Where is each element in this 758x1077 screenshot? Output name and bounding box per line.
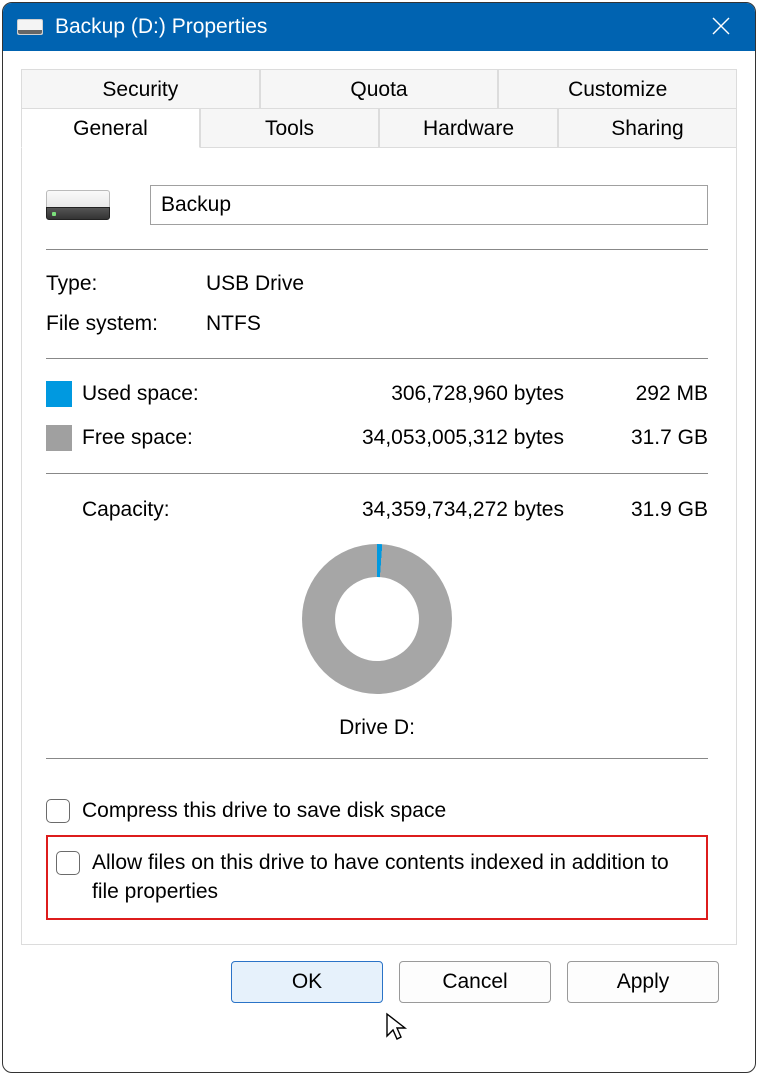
- filesystem-value: NTFS: [206, 312, 708, 336]
- highlight-index-option: Allow files on this drive to have conten…: [46, 835, 708, 920]
- drive-large-icon: [46, 190, 110, 220]
- capacity-bytes: 34,359,734,272 bytes: [252, 498, 588, 522]
- properties-dialog: Backup (D:) Properties Security Quota Cu…: [2, 2, 756, 1073]
- tab-general[interactable]: General: [21, 108, 200, 148]
- compress-label: Compress this drive to save disk space: [82, 797, 446, 825]
- index-label: Allow files on this drive to have conten…: [92, 849, 698, 906]
- tabstrip: Security Quota Customize General Tools H…: [21, 69, 737, 945]
- index-option[interactable]: Allow files on this drive to have conten…: [56, 845, 698, 910]
- usage-pie-chart: [302, 544, 452, 694]
- tab-quota[interactable]: Quota: [260, 69, 499, 109]
- close-button[interactable]: [701, 10, 741, 44]
- tab-tools[interactable]: Tools: [200, 108, 379, 148]
- dialog-footer: OK Cancel Apply: [21, 945, 737, 1019]
- tab-customize[interactable]: Customize: [498, 69, 737, 109]
- tab-row-top: Security Quota Customize: [21, 69, 737, 108]
- free-space-label: Free space:: [82, 426, 252, 450]
- checkbox-icon: [46, 799, 70, 823]
- free-space-hr: 31.7 GB: [588, 426, 708, 450]
- cancel-button[interactable]: Cancel: [399, 961, 551, 1003]
- used-space-label: Used space:: [82, 382, 252, 406]
- used-swatch-icon: [46, 381, 72, 407]
- titlebar-left: Backup (D:) Properties: [17, 15, 267, 39]
- usage-chart-label: Drive D:: [46, 700, 708, 758]
- type-fs-section: Type: USB Drive File system: NTFS: [46, 250, 708, 358]
- used-space-hr: 292 MB: [588, 382, 708, 406]
- capacity-row: Capacity: 34,359,734,272 bytes 31.9 GB: [46, 474, 708, 534]
- free-space-bytes: 34,053,005,312 bytes: [252, 426, 588, 450]
- drive-name-row: [46, 185, 708, 249]
- ok-button[interactable]: OK: [231, 961, 383, 1003]
- compress-option[interactable]: Compress this drive to save disk space: [46, 793, 708, 829]
- type-value: USB Drive: [206, 272, 708, 296]
- filesystem-label: File system:: [46, 312, 206, 336]
- tab-row-bottom: General Tools Hardware Sharing: [21, 108, 737, 147]
- tab-security[interactable]: Security: [21, 69, 260, 109]
- tab-sharing[interactable]: Sharing: [558, 108, 737, 148]
- used-space-bytes: 306,728,960 bytes: [252, 382, 588, 406]
- client-area: Security Quota Customize General Tools H…: [3, 51, 755, 1072]
- checkbox-icon: [56, 851, 80, 875]
- apply-button[interactable]: Apply: [567, 961, 719, 1003]
- free-swatch-icon: [46, 425, 72, 451]
- close-icon: [711, 16, 731, 36]
- options-section: Compress this drive to save disk space A…: [46, 759, 708, 920]
- capacity-hr: 31.9 GB: [588, 498, 708, 522]
- usage-chart-wrap: [46, 534, 708, 700]
- window-title: Backup (D:) Properties: [55, 15, 267, 39]
- titlebar: Backup (D:) Properties: [3, 3, 755, 51]
- tab-panel-general: Type: USB Drive File system: NTFS Used s…: [21, 146, 737, 945]
- drive-icon: [17, 19, 43, 35]
- capacity-label: Capacity:: [82, 498, 252, 522]
- drive-name-input[interactable]: [150, 185, 708, 225]
- tab-hardware[interactable]: Hardware: [379, 108, 558, 148]
- type-label: Type:: [46, 272, 206, 296]
- space-section: Used space: 306,728,960 bytes 292 MB Fre…: [46, 359, 708, 473]
